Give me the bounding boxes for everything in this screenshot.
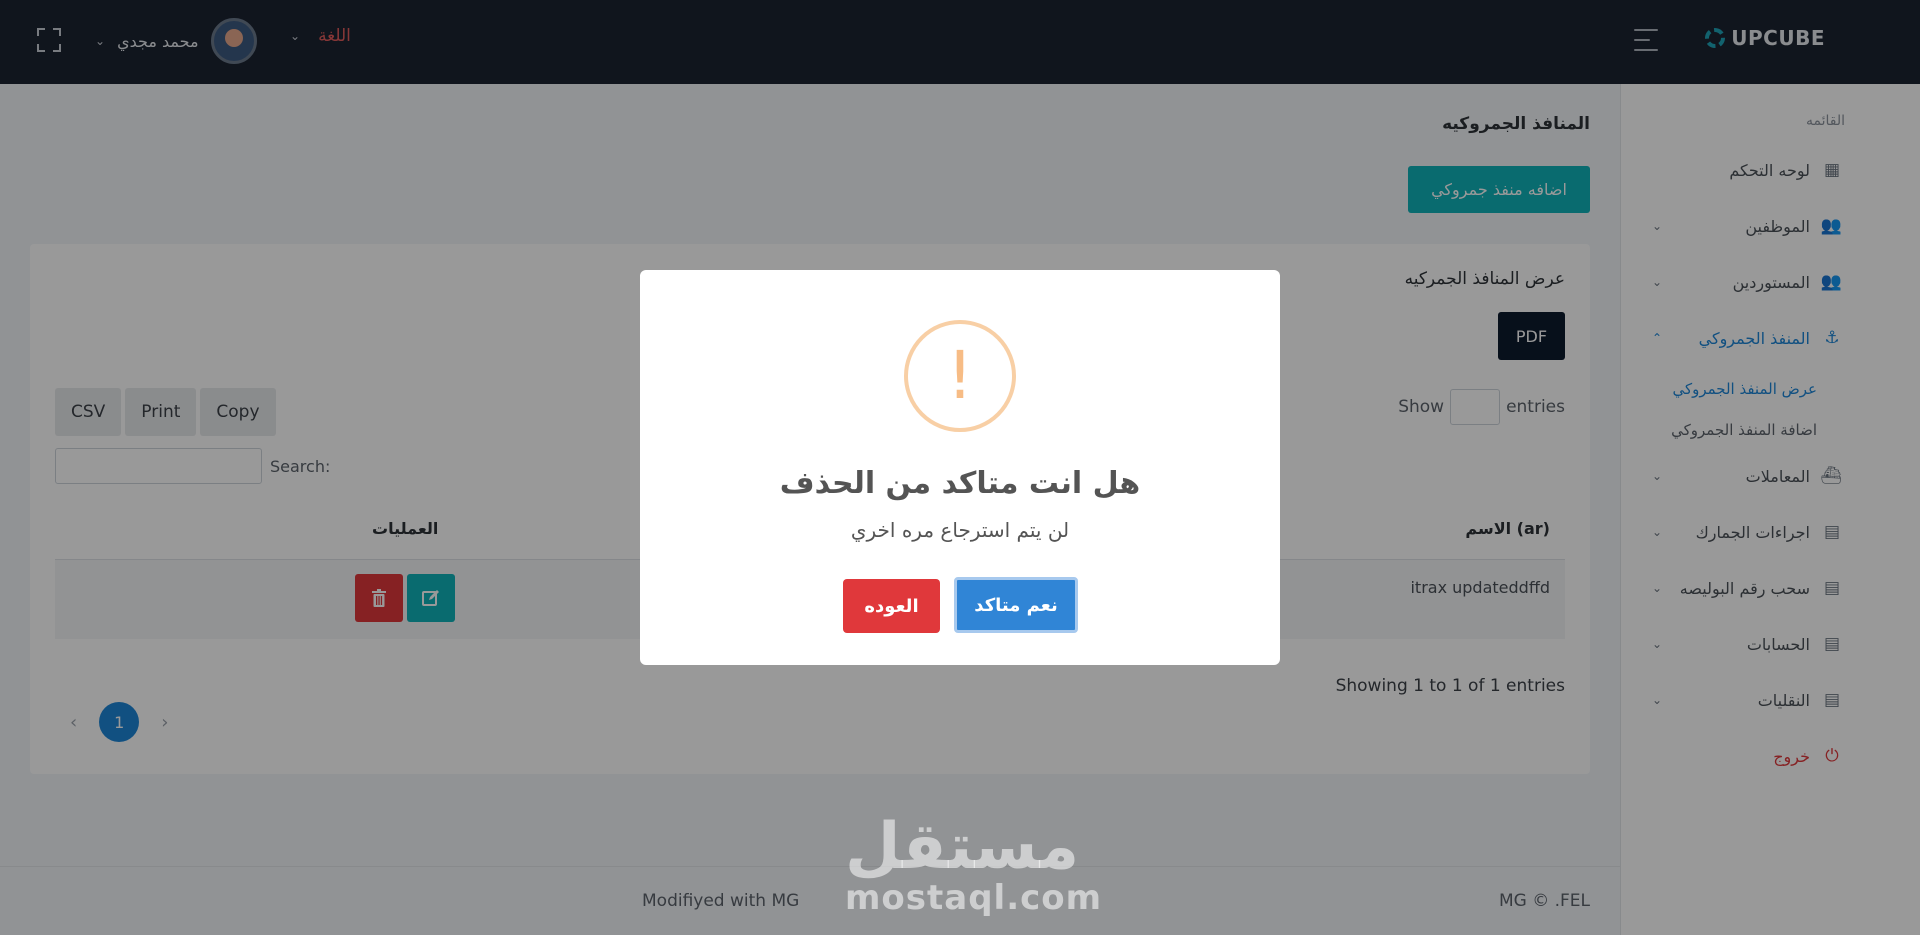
cancel-button[interactable]: العوده: [843, 579, 940, 633]
warning-icon: !: [904, 320, 1016, 432]
dialog-message: لن يتم استرجاع مره اخري: [850, 518, 1070, 542]
watermark: مستقل mostaql.com: [845, 810, 1103, 918]
watermark-english: mostaql.com: [845, 878, 1103, 918]
dialog-title: هل انت متاكد من الحذف: [779, 466, 1141, 501]
confirm-delete-button[interactable]: نعم متاكد: [954, 577, 1078, 633]
confirm-delete-dialog: ! هل انت متاكد من الحذف لن يتم استرجاع م…: [640, 270, 1280, 665]
watermark-arabic: مستقل: [845, 810, 1080, 884]
